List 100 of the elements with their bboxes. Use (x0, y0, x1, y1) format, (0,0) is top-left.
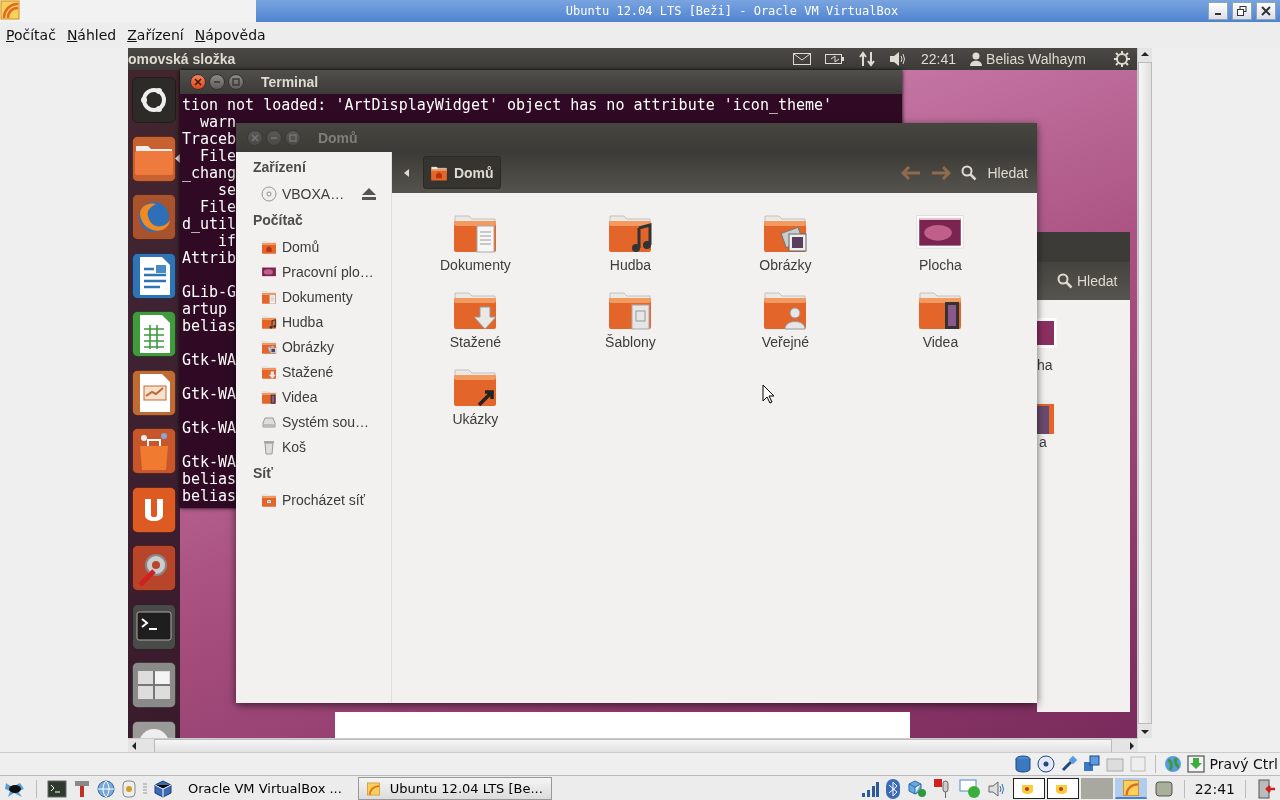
maximize-icon (231, 78, 240, 86)
bluetooth-icon[interactable] (885, 778, 900, 799)
disc-icon[interactable] (1036, 755, 1055, 773)
clock[interactable]: 22:41 (921, 51, 957, 67)
terminal-line: warn (198, 114, 237, 131)
sidebar-item[interactable]: VBOXA… (235, 181, 391, 206)
file-label[interactable]: Veřejné (761, 334, 810, 350)
terminal-line: File (198, 148, 237, 165)
window-title: Ubuntu 12.04 LTS [Beži] - Oracle VM VirtualBox (564, 4, 900, 18)
file-label[interactable]: Dokumenty (440, 257, 511, 273)
sidebar-item[interactable]: Videa (235, 384, 391, 409)
sidebar-item[interactable]: Systém sou… (235, 409, 391, 434)
file-label[interactable]: Videa (922, 334, 959, 350)
cube-icon[interactable] (154, 779, 172, 798)
terminal-line: se (218, 182, 237, 199)
terminal-line: _chang (181, 165, 237, 182)
menu-item[interactable]: Počítač (6, 27, 56, 43)
sidebar-item[interactable]: Pracovní plo… (235, 259, 391, 284)
presentation-icon[interactable] (131, 369, 176, 416)
shopping-bag-icon[interactable] (131, 428, 176, 474)
restore-icon (1237, 6, 1247, 16)
file-label[interactable]: Šablony (605, 334, 656, 350)
volume-icon[interactable] (987, 780, 1006, 797)
search-label[interactable]: Hledat (1076, 273, 1118, 289)
workspace-thumbnail[interactable] (1080, 778, 1113, 799)
exit-door-icon[interactable] (1256, 778, 1276, 799)
window-title: Terminal (260, 74, 319, 90)
maximize-button[interactable] (227, 74, 244, 90)
folder-icon (429, 163, 448, 182)
sidebar-item[interactable]: Dokumenty (235, 284, 391, 309)
search-label[interactable]: Hledat (987, 164, 1028, 181)
disc-icon (260, 185, 277, 202)
sidebar-item[interactable]: Obrázky (235, 334, 391, 359)
sidebar-heading: Síť (251, 464, 274, 483)
chat-bubble-icon[interactable] (958, 778, 981, 799)
vertical-scrollbar[interactable] (1137, 48, 1153, 738)
terminal-line: artup (181, 301, 228, 318)
taskbar-task[interactable]: Ubuntu 12.04 LTS [Be... (357, 777, 552, 800)
close-icon (193, 78, 202, 86)
menu-item[interactable]: Zařízení (127, 27, 184, 43)
workspace-thumbnail[interactable] (1012, 778, 1045, 799)
terminal-icon[interactable] (47, 779, 67, 798)
menu-item[interactable]: Nápověda (194, 27, 266, 43)
network-icon[interactable] (1082, 755, 1101, 773)
sidebar-item[interactable]: Stažené (235, 359, 391, 384)
sidebar-item[interactable]: Procházet síť (235, 487, 391, 512)
minimize-icon (212, 78, 221, 86)
user-name[interactable]: Belias Walhaym (986, 51, 1086, 67)
terminal-line: tion not loaded: 'ArtDisplayWidget' object has no attribute 'icon_theme' (181, 97, 833, 114)
folder-icon[interactable] (131, 135, 176, 182)
app-title: omovská složka (127, 51, 236, 67)
virtualbox-app-icon (366, 779, 380, 798)
file-label[interactable]: Obrázky (759, 257, 812, 273)
file-label[interactable]: Plocha (919, 257, 962, 273)
restore-button[interactable] (1232, 2, 1252, 20)
folder-icon (260, 238, 277, 255)
sidebar-item[interactable]: Domů (235, 234, 391, 259)
network-arrows-icon[interactable] (859, 51, 875, 67)
path-button[interactable]: Domů (422, 156, 501, 189)
sidebar-heading: Počítač (251, 211, 304, 230)
muted-microphone-icon[interactable] (933, 778, 952, 799)
usb-plug-icon[interactable] (1059, 755, 1078, 773)
globe-icon[interactable] (97, 779, 115, 798)
horizontal-scrollbar[interactable] (128, 738, 1138, 752)
close-icon (250, 133, 259, 142)
terminal-line: belias (181, 488, 237, 505)
box-check-icon[interactable] (906, 779, 927, 798)
close-button[interactable] (189, 74, 206, 90)
spreadsheet-icon[interactable] (131, 311, 176, 357)
taskbar-task[interactable]: Oracle VM VirtualBox ... (179, 777, 351, 800)
file-label[interactable]: Ukázky (452, 411, 499, 427)
file-label[interactable]: Hudba (609, 257, 652, 273)
sidebar-item[interactable]: Koš (235, 434, 391, 459)
clock[interactable]: 22:41 (1194, 780, 1235, 797)
workspaces-icon[interactable] (131, 662, 176, 708)
user-icon (970, 52, 983, 66)
battery-icon[interactable] (825, 53, 845, 65)
mouse-cursor-icon (761, 384, 776, 404)
document-icon[interactable] (131, 252, 176, 299)
folder-icon (260, 491, 277, 508)
ubuntu-logo-icon[interactable] (131, 77, 176, 123)
terminal-line: if (218, 233, 237, 250)
window-icon[interactable] (1153, 779, 1174, 798)
globe-icon[interactable] (1163, 755, 1182, 773)
mail-icon[interactable] (793, 53, 811, 65)
search-icon[interactable] (1056, 273, 1073, 289)
sidebar-item[interactable]: Hudba (235, 309, 391, 334)
volume-icon[interactable] (889, 52, 907, 66)
close-button[interactable] (1256, 2, 1276, 20)
search-icon[interactable] (961, 164, 978, 181)
virtualbox-app-icon (0, 0, 20, 20)
host-key-label: Pravý Ctrl (1209, 756, 1278, 772)
menu-item[interactable]: Náhled (66, 27, 117, 43)
terminal-line: belias (181, 471, 237, 488)
file-label[interactable]: Stažené (449, 334, 502, 350)
signal-bars-icon[interactable] (860, 780, 879, 797)
settings-icon[interactable] (1113, 51, 1130, 67)
workspace-thumbnail[interactable] (1046, 778, 1079, 799)
minimize-button[interactable] (1208, 2, 1228, 20)
eject-icon[interactable] (361, 187, 376, 200)
